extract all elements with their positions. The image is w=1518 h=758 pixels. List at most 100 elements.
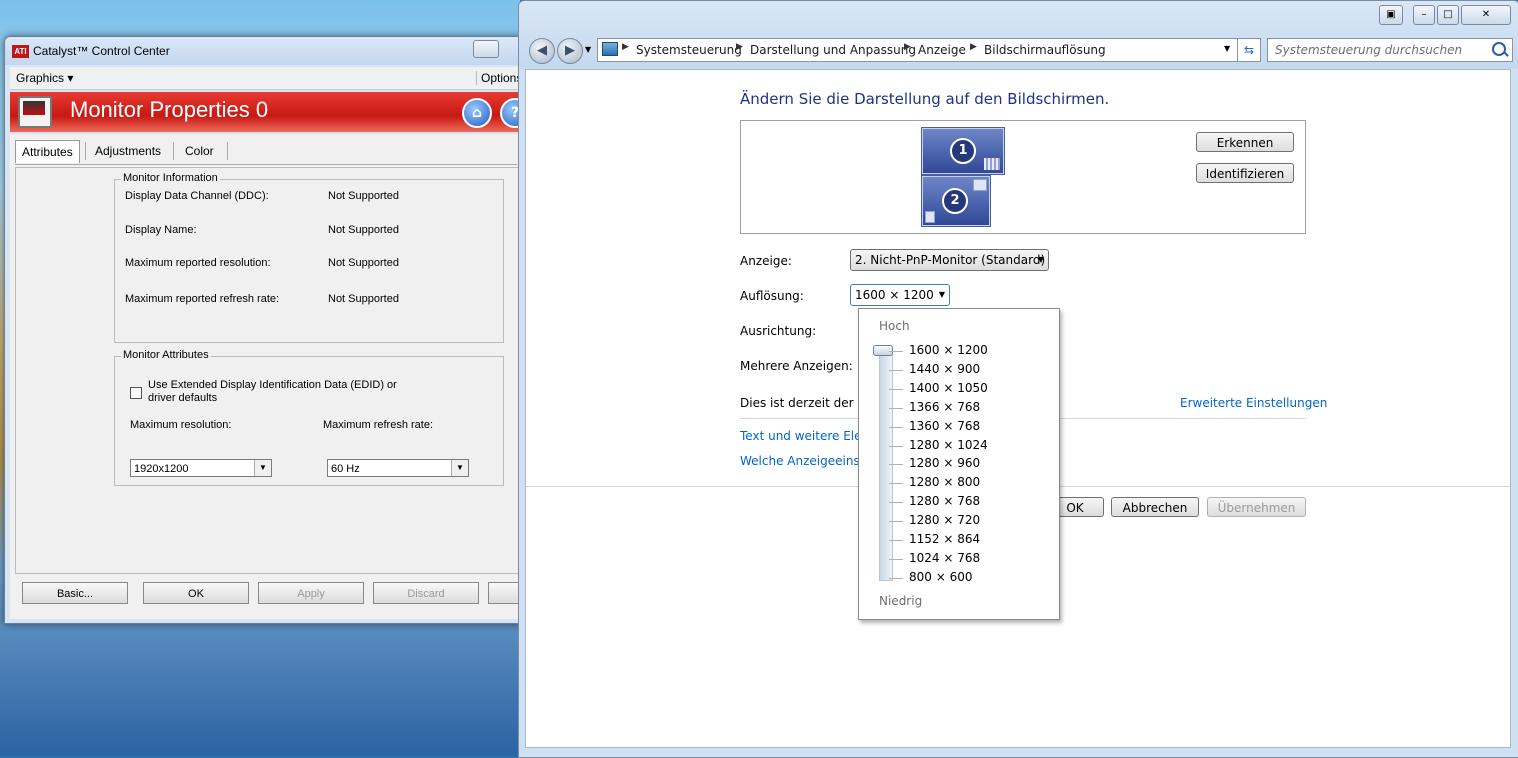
discard-button[interactable]: Discard bbox=[373, 582, 479, 604]
search-icon[interactable] bbox=[1492, 42, 1506, 56]
monitor-2[interactable]: 2 bbox=[921, 175, 991, 227]
edid-label: Use Extended Display Identification Data… bbox=[148, 379, 397, 391]
resolution-option[interactable]: 800 × 600 bbox=[909, 570, 973, 584]
slider-tick bbox=[889, 483, 903, 485]
tab-color[interactable]: Color bbox=[179, 140, 220, 162]
resolution-option[interactable]: 1440 × 900 bbox=[909, 362, 980, 376]
display-name-value: Not Supported bbox=[328, 224, 399, 236]
ati-logo-icon: ATI bbox=[12, 45, 29, 58]
identify-button[interactable]: Identifizieren bbox=[1196, 163, 1294, 183]
maximize-icon[interactable]: □ bbox=[1437, 5, 1459, 25]
catalyst-menubar: Graphics ▾ Options bbox=[10, 67, 522, 90]
close-icon[interactable]: ✕ bbox=[1461, 5, 1511, 25]
group-legend: Monitor Information bbox=[121, 172, 220, 184]
resolution-option[interactable]: 1280 × 800 bbox=[909, 475, 980, 489]
restore-icon[interactable]: ▣ bbox=[1379, 5, 1403, 25]
ok-button[interactable]: OK bbox=[143, 582, 249, 604]
breadcrumb-item[interactable]: Anzeige bbox=[918, 43, 966, 57]
refresh-icon[interactable]: ⇆ bbox=[1237, 38, 1261, 62]
chevron-down-icon: ▼ bbox=[451, 460, 468, 476]
monitor-information-group: Monitor Information Display Data Channel… bbox=[114, 172, 504, 343]
slider-tick bbox=[889, 426, 903, 428]
monitor-number: 2 bbox=[942, 188, 968, 214]
high-label: Hoch bbox=[879, 319, 910, 333]
slider-tick bbox=[889, 407, 903, 409]
breadcrumb-item[interactable]: Bildschirmauflösung bbox=[984, 43, 1106, 57]
slider-tick bbox=[889, 445, 903, 447]
display-label: Anzeige: bbox=[740, 254, 792, 268]
resolution-option[interactable]: 1366 × 768 bbox=[909, 400, 980, 414]
edid-label-2: driver defaults bbox=[148, 392, 218, 404]
resolution-option[interactable]: 1152 × 864 bbox=[909, 532, 980, 546]
basic-button[interactable]: Basic... bbox=[22, 582, 128, 604]
apply-button[interactable]: Übernehmen bbox=[1207, 497, 1306, 517]
monitor-1[interactable]: 1 bbox=[921, 127, 1005, 175]
chevron-down-icon: ▼ bbox=[254, 460, 271, 476]
max-resolution-select[interactable]: 1920x1200 ▼ bbox=[130, 459, 272, 477]
tab-attributes[interactable]: Attributes bbox=[15, 140, 80, 163]
window-icon bbox=[925, 211, 935, 223]
catalyst-titlebar[interactable]: ATI Catalyst™ Control Center bbox=[5, 37, 525, 65]
address-bar[interactable]: ▶ Systemsteuerung ▶ Darstellung und Anpa… bbox=[597, 38, 1249, 62]
advanced-settings-link[interactable]: Erweiterte Einstellungen bbox=[1180, 396, 1327, 410]
control-panel-window: ▣ – □ ✕ ◀ ▶ ▼ ▶ Systemsteuerung ▶ Darste… bbox=[518, 0, 1518, 758]
menu-graphics[interactable]: Graphics ▾ bbox=[16, 71, 73, 85]
tab-divider bbox=[173, 142, 174, 160]
multiple-displays-label: Mehrere Anzeigen: bbox=[740, 359, 853, 373]
max-resolution-label: Maximum resolution: bbox=[130, 419, 232, 431]
breadcrumb-separator: ▶ bbox=[736, 42, 743, 52]
group-legend: Monitor Attributes bbox=[121, 349, 211, 361]
breadcrumb-separator: ▶ bbox=[970, 42, 977, 52]
max-refresh-value: 60 Hz bbox=[331, 463, 360, 475]
search-box[interactable]: Systemsteuerung durchsuchen bbox=[1267, 38, 1513, 62]
max-res-label: Maximum reported resolution: bbox=[125, 257, 271, 269]
monitor-number: 1 bbox=[950, 138, 976, 164]
display-select[interactable]: 2. Nicht-PnP-Monitor (Standard) ▼ bbox=[850, 249, 1049, 271]
slider-tick bbox=[889, 351, 903, 352]
display-name-label: Display Name: bbox=[125, 224, 197, 236]
resolution-select[interactable]: 1600 × 1200 ▼ bbox=[850, 284, 950, 306]
menu-options[interactable]: Options bbox=[476, 71, 522, 85]
resolution-option[interactable]: 1280 × 768 bbox=[909, 494, 980, 508]
window-icon bbox=[973, 179, 987, 191]
slider-tick bbox=[889, 369, 903, 371]
breadcrumb-item[interactable]: Systemsteuerung bbox=[636, 43, 742, 57]
resolution-option[interactable]: 1400 × 1050 bbox=[909, 381, 988, 395]
resolution-option[interactable]: 1360 × 768 bbox=[909, 419, 980, 433]
ddc-value: Not Supported bbox=[328, 190, 399, 202]
tab-adjustments[interactable]: Adjustments bbox=[89, 140, 167, 162]
chevron-down-icon: ▼ bbox=[1037, 255, 1044, 264]
recent-pages-icon[interactable]: ▼ bbox=[585, 45, 591, 54]
forward-icon[interactable]: ▶ bbox=[557, 38, 583, 64]
edid-checkbox[interactable] bbox=[130, 387, 142, 399]
slider-tick bbox=[889, 540, 903, 541]
attributes-panel: Monitor Information Display Data Channel… bbox=[15, 167, 519, 574]
restore-icon[interactable] bbox=[473, 40, 499, 58]
slider-tick bbox=[889, 464, 903, 466]
chevron-down-icon[interactable]: ▼ bbox=[1224, 44, 1230, 53]
extra-button[interactable] bbox=[488, 582, 518, 604]
apply-button[interactable]: Apply bbox=[258, 582, 364, 604]
text-size-link[interactable]: Text und weitere Elen bbox=[740, 429, 869, 443]
monitor-attributes-group: Monitor Attributes Use Extended Display … bbox=[114, 349, 504, 486]
breadcrumb-item[interactable]: Darstellung und Anpassung bbox=[750, 43, 916, 57]
control-panel-titlebar[interactable]: ▣ – □ ✕ ◀ ▶ ▼ ▶ Systemsteuerung ▶ Darste… bbox=[519, 1, 1518, 69]
resolution-option[interactable]: 1280 × 960 bbox=[909, 456, 980, 470]
orientation-label: Ausrichtung: bbox=[740, 324, 817, 338]
slider-tick bbox=[889, 521, 903, 523]
cancel-button[interactable]: Abbrechen bbox=[1111, 497, 1199, 517]
which-settings-link[interactable]: Welche Anzeigeeinste bbox=[740, 454, 872, 468]
max-refresh-select[interactable]: 60 Hz ▼ bbox=[327, 459, 469, 477]
back-icon[interactable]: ◀ bbox=[529, 38, 555, 64]
house-icon[interactable]: ⌂ bbox=[462, 98, 492, 128]
resolution-option[interactable]: 1600 × 1200 bbox=[909, 343, 988, 357]
detect-button[interactable]: Erkennen bbox=[1196, 132, 1294, 152]
resolution-option[interactable]: 1280 × 720 bbox=[909, 513, 980, 527]
minimize-icon[interactable]: – bbox=[1413, 5, 1435, 25]
monitor-icon bbox=[18, 96, 52, 128]
resolution-option[interactable]: 1024 × 768 bbox=[909, 551, 980, 565]
resolution-option[interactable]: 1280 × 1024 bbox=[909, 438, 988, 452]
max-res-value: Not Supported bbox=[328, 257, 399, 269]
catalyst-body: Attributes Adjustments Color Monitor Inf… bbox=[10, 134, 522, 619]
monitor-arrangement: 1 2 Erkennen Identifizieren bbox=[740, 120, 1306, 234]
